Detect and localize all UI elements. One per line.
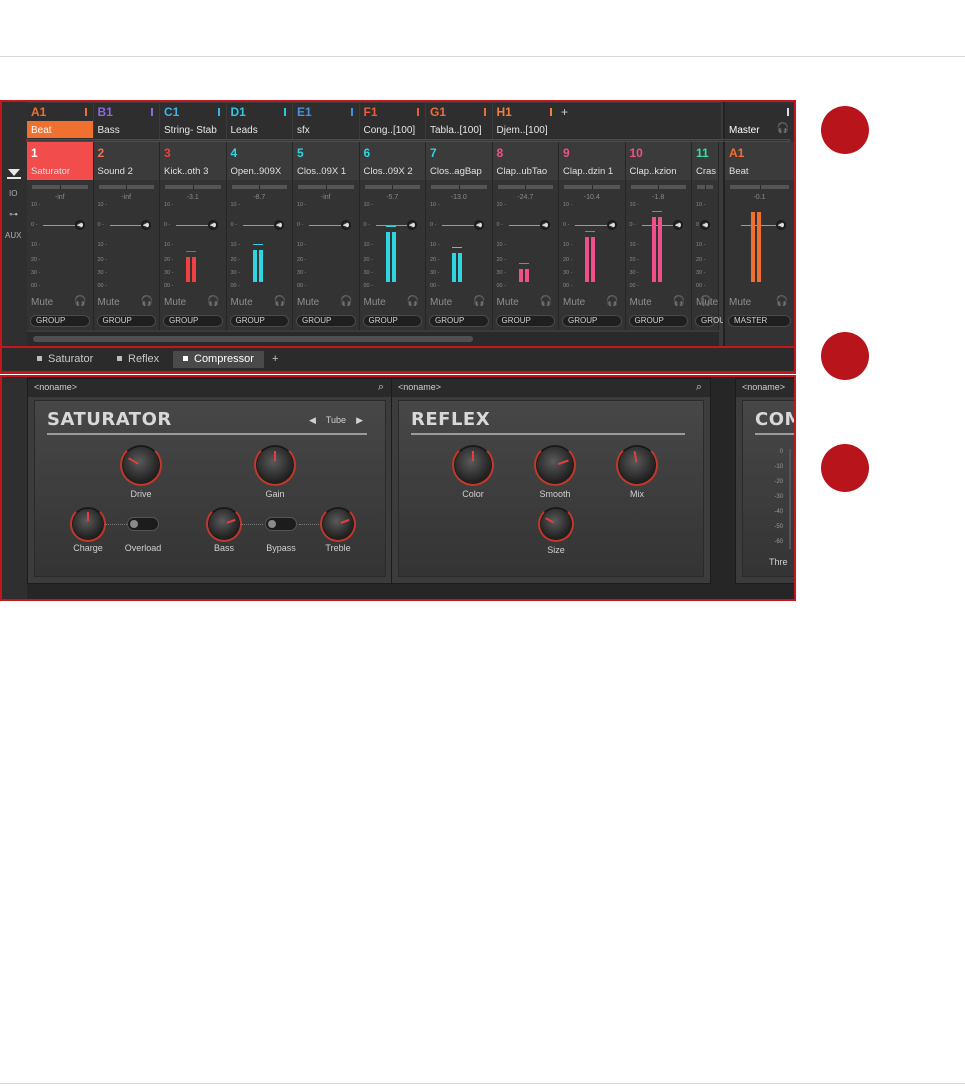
header-rule: [0, 56, 965, 57]
tabs-highlight-frame: [0, 346, 796, 373]
callout-3: [821, 444, 869, 492]
callout-1: [821, 106, 869, 154]
mixer-divider-highlight: [26, 139, 790, 142]
plugins-highlight-frame: [0, 375, 796, 601]
callout-2: [821, 332, 869, 380]
footer-rule: [0, 1083, 965, 1084]
